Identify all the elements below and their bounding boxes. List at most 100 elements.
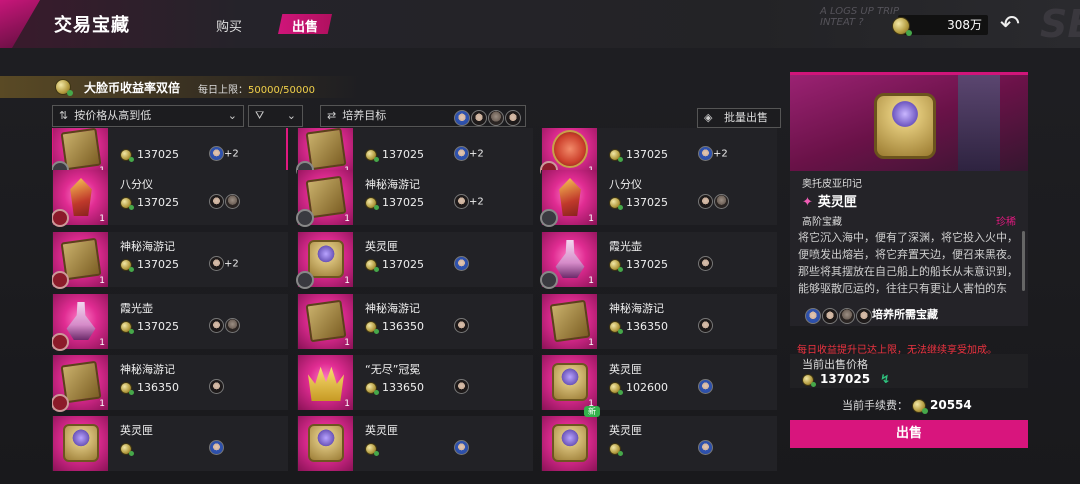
- item-name: 神秘海游记: [609, 302, 664, 315]
- page-title: 交易宝藏: [54, 15, 130, 36]
- bonus-title: 大脸币收益率双倍: [84, 81, 181, 95]
- daily-limit-label: 每日上限：: [198, 85, 248, 96]
- item-quantity: 1: [99, 214, 105, 224]
- character-avatars: [697, 379, 713, 394]
- item-card[interactable]: 1 神秘海游记 136350: [541, 294, 777, 349]
- item-name: 英灵匣: [609, 363, 642, 376]
- item-card[interactable]: 1 八分仪 137025: [52, 170, 288, 227]
- batch-sell-button[interactable]: ◈ 批量出售: [697, 108, 781, 128]
- item-card[interactable]: 1 神秘海游记 137025 +2: [52, 232, 288, 289]
- daily-limit-value: 50000/50000: [248, 85, 315, 96]
- item-price-value: 137025: [137, 320, 179, 333]
- item-card[interactable]: 1 八分仪 137025: [540, 170, 777, 227]
- avatar: [225, 194, 240, 209]
- item-detail-card: 奥托皮亚印记 ✦ 英灵匣 高阶宝藏 珍稀 将它沉入海中，便有了深渊，将它投入火中，…: [790, 72, 1028, 326]
- coin-icon: [365, 443, 379, 456]
- item-card[interactable]: 1 英灵匣 137025: [296, 232, 533, 289]
- item-price: 137025: [609, 258, 668, 272]
- seal-icon: [296, 271, 314, 289]
- item-card[interactable]: 英灵匣: [297, 416, 533, 471]
- extra-count: +2: [224, 148, 239, 160]
- top-bar: 交易宝藏 购买 出售 A LOGS UP TRIP INTEAT ? SE 30…: [0, 0, 1080, 48]
- new-badge: 新: [584, 406, 600, 417]
- item-price-value: 136350: [626, 320, 668, 333]
- treasure-image: [559, 178, 581, 216]
- currency-amount: 308万: [947, 18, 982, 32]
- item-price: 102600: [609, 381, 668, 395]
- extra-count: +2: [224, 258, 239, 270]
- item-thumbnail: 1: [298, 294, 353, 349]
- item-quantity: 1: [588, 214, 594, 224]
- character-avatars: [453, 379, 469, 394]
- item-price-value: 133650: [382, 381, 424, 394]
- item-card[interactable]: 英灵匣: [52, 416, 288, 471]
- item-thumbnail: 1: [52, 232, 108, 289]
- item-price-value: 137025: [137, 258, 179, 271]
- filter-icon: ⛛: [255, 109, 265, 122]
- sort-dropdown[interactable]: ⇅ 按价格从高到低 ⌄: [52, 105, 244, 127]
- item-card[interactable]: 新英灵匣: [541, 406, 777, 471]
- item-card[interactable]: 1 神秘海游记 136350: [52, 355, 288, 412]
- trade-screen: 交易宝藏 购买 出售 A LOGS UP TRIP INTEAT ? SE 30…: [0, 0, 1080, 484]
- avatar: [856, 307, 872, 324]
- train-target-selector[interactable]: ⇄ 培养目标: [320, 105, 526, 127]
- item-quantity: 1: [588, 276, 594, 286]
- item-card[interactable]: 1 神秘海游记 137025 +2: [296, 170, 533, 227]
- item-card[interactable]: 1 霞光壶 137025: [52, 294, 288, 351]
- seal-icon: [540, 209, 558, 227]
- description-scrollbar[interactable]: [1022, 231, 1025, 291]
- item-quantity: 1: [344, 214, 350, 224]
- seal-icon: [52, 209, 69, 227]
- layers-icon: ◈: [704, 111, 713, 124]
- tab-buy[interactable]: 购买: [216, 16, 242, 35]
- item-name: 神秘海游记: [120, 363, 175, 376]
- item-card[interactable]: 1 霞光壶 137025: [540, 232, 777, 289]
- tab-sell[interactable]: 出售: [278, 14, 332, 34]
- sale-price: 137025 ↯: [802, 372, 890, 387]
- swap-icon: ⇄: [327, 109, 337, 122]
- item-card[interactable]: 1 神秘海游记 136350: [297, 294, 533, 349]
- treasure-image: [555, 240, 585, 278]
- avatar: [698, 194, 713, 209]
- item-thumbnail: [298, 416, 353, 471]
- item-quantity: 1: [588, 338, 594, 348]
- item-price: 137025: [120, 196, 179, 210]
- item-price-value: 102600: [626, 381, 668, 394]
- extra-count: +2: [469, 196, 484, 208]
- chevron-down-icon: ⌄: [227, 109, 237, 122]
- item-price-value: 137025: [382, 148, 424, 161]
- avatar: [698, 318, 713, 333]
- coin-icon: [609, 197, 623, 210]
- item-thumbnail: 1: [540, 232, 597, 289]
- coin-icon: [609, 382, 623, 395]
- background-text-value: A LOGS UP TRIP INTEAT ?: [820, 6, 899, 28]
- avatar: [209, 146, 224, 161]
- back-arrow-icon[interactable]: ↶: [1000, 10, 1020, 38]
- avatar: [698, 256, 713, 271]
- item-rarity: 珍稀: [996, 217, 1016, 228]
- avatar: [454, 110, 470, 126]
- fee-row: 当前手续费： 20554: [842, 397, 972, 414]
- item-card[interactable]: 1 英灵匣 102600: [541, 355, 777, 410]
- item-thumbnail: 1: [52, 355, 108, 412]
- coin-icon: [120, 149, 134, 162]
- coin-icon: [912, 399, 928, 414]
- item-price: 137025: [120, 148, 179, 162]
- treasure-image: [70, 178, 92, 216]
- filter-dropdown[interactable]: ⛛ ⌄: [248, 105, 303, 127]
- train-target-label: 培养目标: [342, 109, 387, 122]
- item-card[interactable]: 1 “无尽”冠冕 133650: [297, 355, 533, 410]
- seal-icon: [540, 271, 558, 289]
- item-price: 137025: [365, 258, 424, 272]
- item-price: [609, 442, 626, 456]
- item-price-value: 137025: [382, 258, 424, 271]
- character-avatars: [453, 108, 521, 128]
- avatar: [454, 379, 469, 394]
- character-avatars: [804, 305, 872, 324]
- item-name: 英灵匣: [365, 424, 398, 437]
- item-name: “无尽”冠冕: [365, 363, 421, 376]
- batch-sell-label: 批量出售: [724, 111, 768, 124]
- sell-button[interactable]: 出售: [790, 420, 1028, 448]
- coin-icon: [365, 321, 379, 334]
- coin-icon: [609, 443, 623, 456]
